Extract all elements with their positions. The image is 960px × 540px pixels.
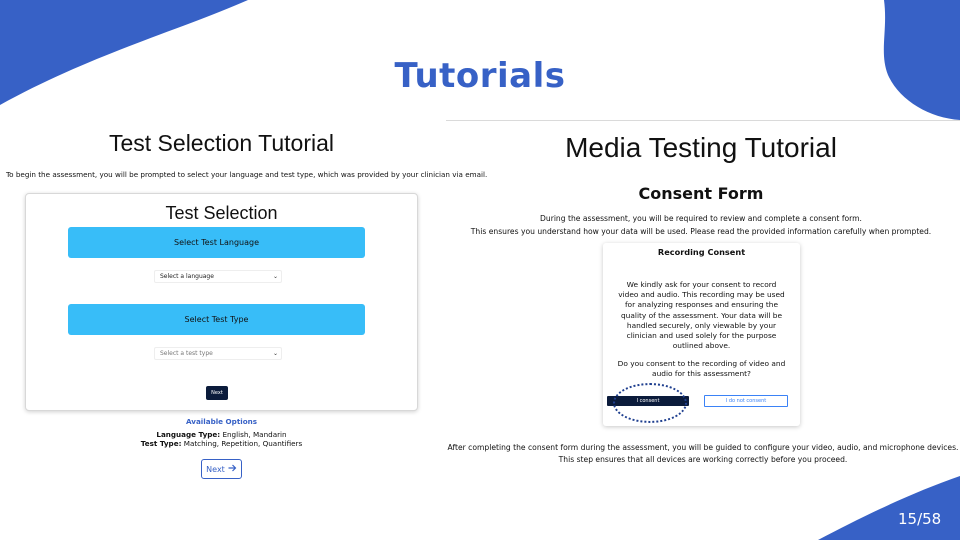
arrow-right-icon (228, 464, 237, 474)
recording-consent-question: Do you consent to the recording of video… (617, 359, 786, 379)
language-type-label: Language Type: (156, 430, 221, 439)
test-type-value: Matching, Repetition, Quantifiers (181, 439, 303, 448)
next-button[interactable]: Next (201, 459, 242, 479)
test-selection-card: Test Selection Select Test Language Sele… (25, 193, 418, 411)
slide-title: Tutorials (394, 56, 566, 96)
consent-intro-line-2: This ensures you understand how your dat… (470, 227, 932, 236)
language-select[interactable]: Select a language ⌄ (154, 270, 282, 283)
select-test-type-button[interactable]: Select Test Type (68, 304, 365, 335)
chevron-down-icon: ⌄ (272, 273, 278, 280)
available-options-title: Available Options (185, 417, 258, 426)
language-select-placeholder: Select a language (160, 273, 214, 280)
recording-consent-card: Recording Consent We kindly ask for your… (603, 243, 800, 426)
test-selection-intro: To begin the assessment, you will be pro… (6, 170, 488, 179)
consent-form-heading: Consent Form (638, 184, 764, 203)
language-type-line: Language Type: English, Mandarin (0, 430, 443, 439)
recording-consent-title: Recording Consent (657, 247, 746, 257)
test-type-label: Test Type: (140, 439, 182, 448)
next-button-label: Next (206, 464, 225, 474)
test-selection-card-title: Test Selection (165, 203, 278, 223)
test-type-line: Test Type: Matching, Repetition, Quantif… (0, 439, 443, 448)
bottom-right-corner-decoration (818, 474, 960, 540)
test-type-select-placeholder: Select a test type (160, 350, 213, 357)
chevron-down-icon: ⌄ (272, 350, 278, 357)
section-divider (446, 120, 960, 121)
highlight-ring (613, 383, 687, 423)
recording-consent-body: We kindly ask for your consent to record… (618, 280, 785, 351)
media-testing-tutorial-heading: Media Testing Tutorial (565, 132, 837, 163)
after-consent-line-2: This step ensures that all devices are w… (558, 455, 848, 464)
after-consent-line-1: After completing the consent form during… (447, 443, 959, 452)
page-number: 15/58 (898, 510, 942, 528)
test-type-select[interactable]: Select a test type ⌄ (154, 347, 282, 360)
test-selection-tutorial-heading: Test Selection Tutorial (108, 130, 334, 156)
card-next-button[interactable]: Next (206, 386, 228, 400)
i-do-not-consent-button[interactable]: I do not consent (704, 395, 788, 407)
select-test-language-button[interactable]: Select Test Language (68, 227, 365, 258)
language-type-value: English, Mandarin (220, 430, 287, 439)
consent-intro-line-1: During the assessment, you will be requi… (540, 214, 862, 223)
